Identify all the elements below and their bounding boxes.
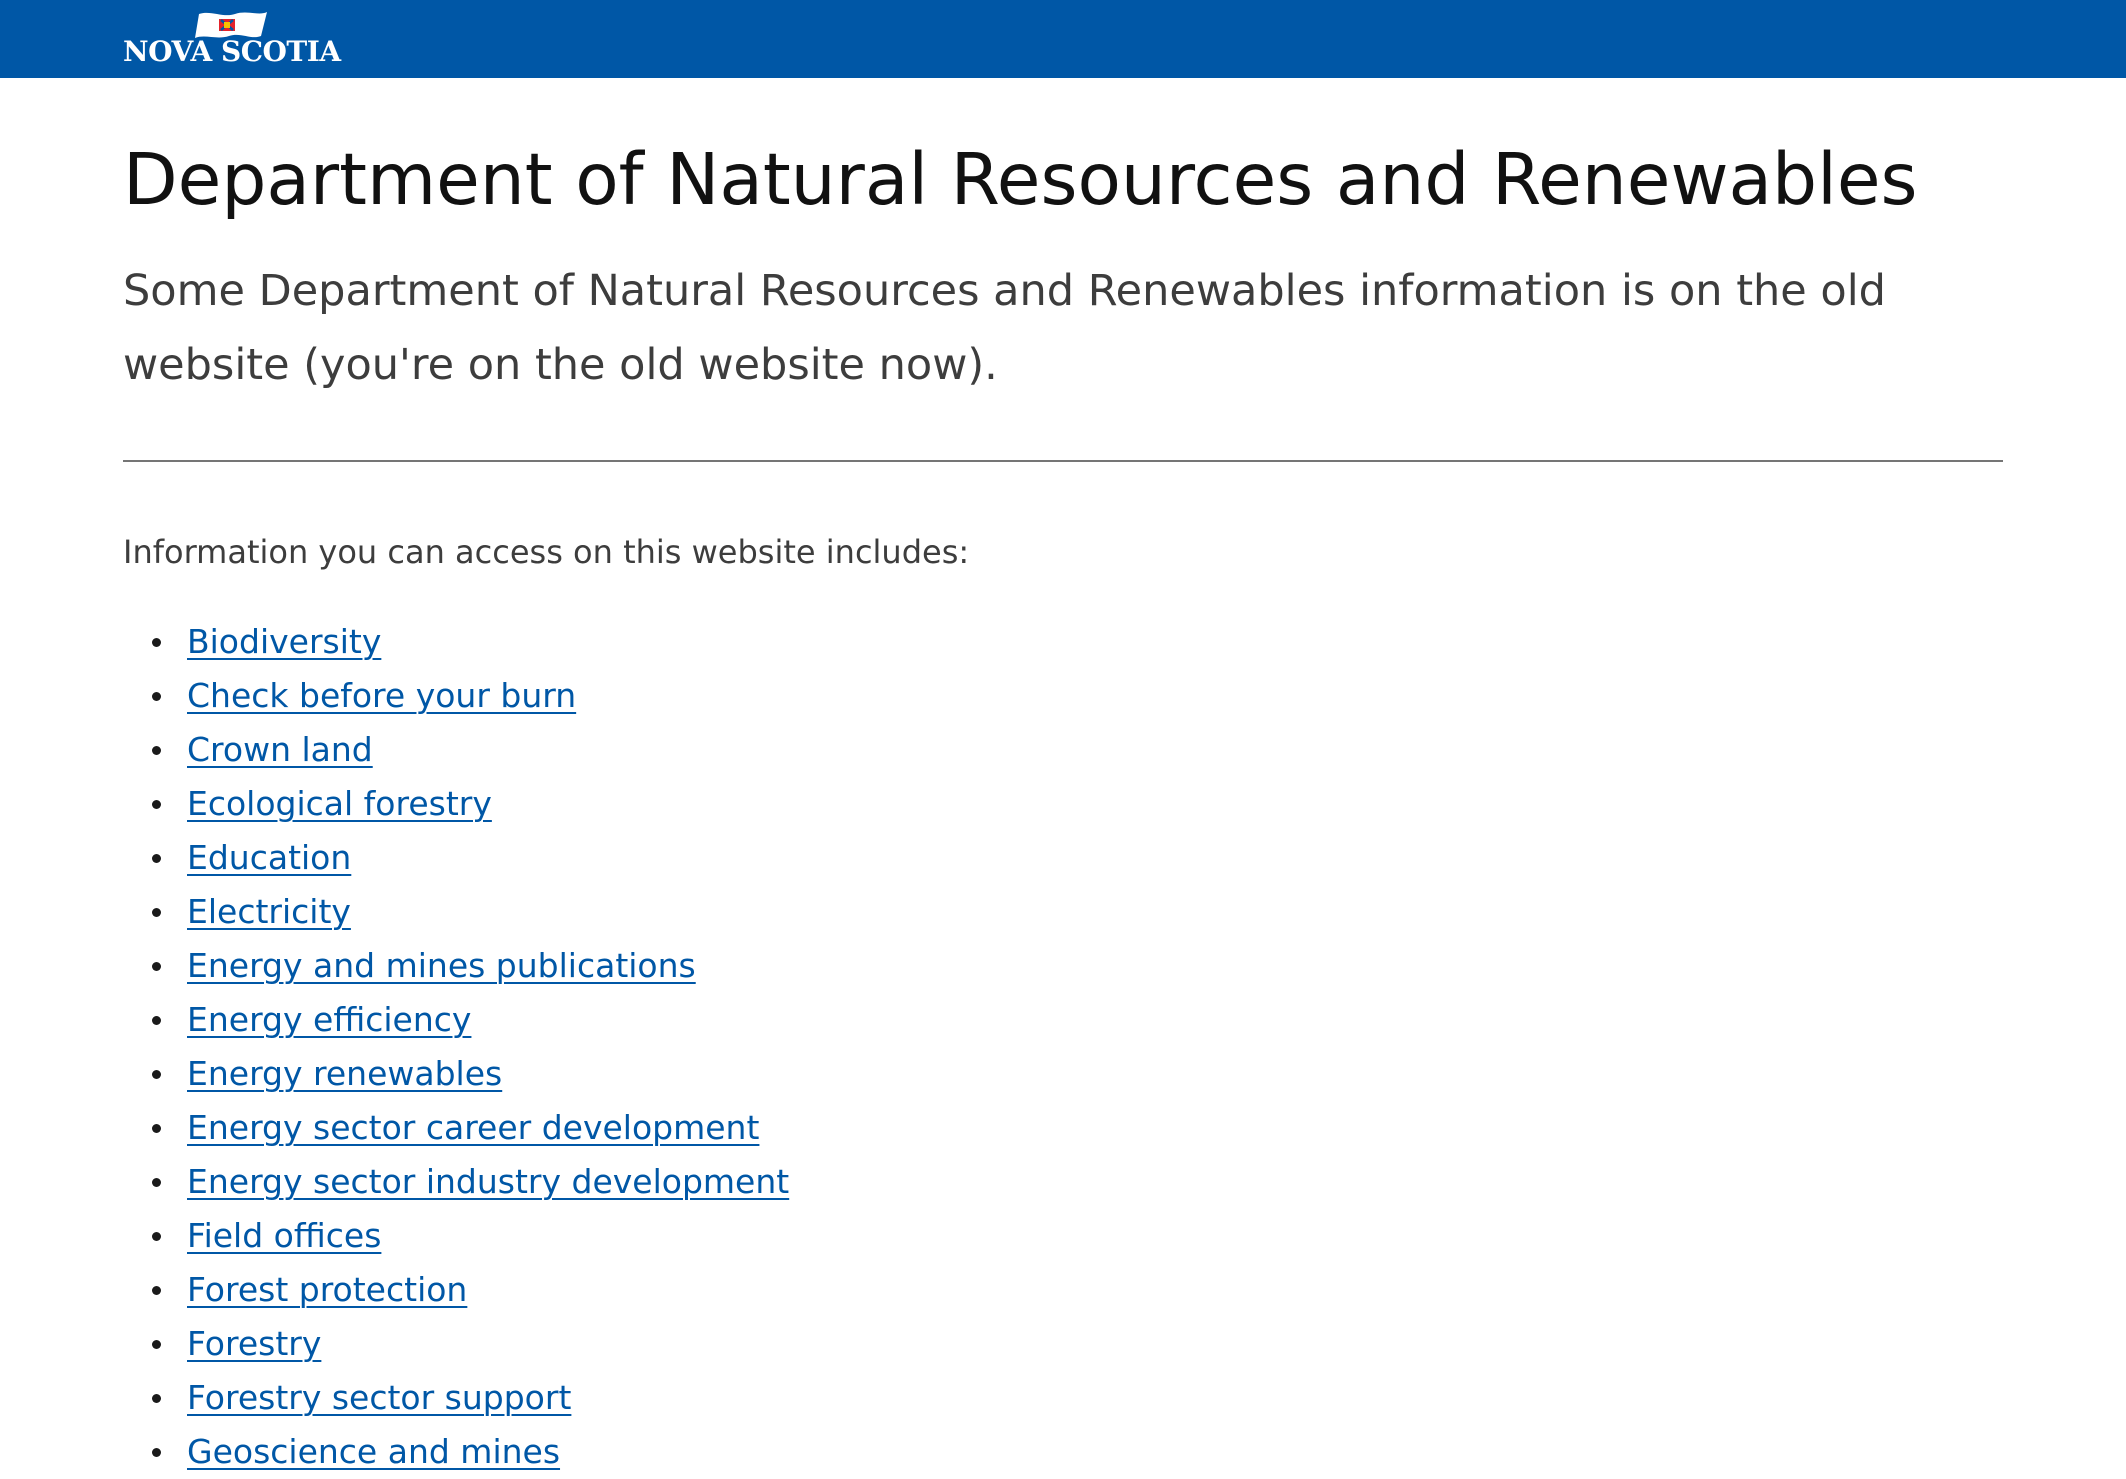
bullet-icon	[152, 1340, 161, 1349]
bullet-icon	[152, 908, 161, 917]
link-education[interactable]: Education	[187, 838, 351, 877]
list-item: Field offices	[152, 1209, 789, 1263]
bullet-icon	[152, 1124, 161, 1133]
link-energy-efficiency[interactable]: Energy efficiency	[187, 1000, 471, 1039]
bullet-icon	[152, 1070, 161, 1079]
link-energy-sector-career-development[interactable]: Energy sector career development	[187, 1108, 759, 1147]
bullet-icon	[152, 1394, 161, 1403]
list-item: Energy sector career development	[152, 1101, 789, 1155]
link-forestry[interactable]: Forestry	[187, 1324, 321, 1363]
bullet-icon	[152, 638, 161, 647]
list-item: Education	[152, 831, 789, 885]
list-item: Energy renewables	[152, 1047, 789, 1101]
link-energy-sector-industry-development[interactable]: Energy sector industry development	[187, 1162, 789, 1201]
site-header: NOVA SCOTIA	[0, 0, 2126, 78]
bullet-icon	[152, 962, 161, 971]
logo-wordmark: NOVA SCOTIA	[123, 35, 341, 68]
link-forestry-sector-support[interactable]: Forestry sector support	[187, 1378, 571, 1417]
link-electricity[interactable]: Electricity	[187, 892, 351, 931]
list-item: Crown land	[152, 723, 789, 777]
link-field-offices[interactable]: Field offices	[187, 1216, 381, 1255]
bullet-icon	[152, 1016, 161, 1025]
link-forest-protection[interactable]: Forest protection	[187, 1270, 467, 1309]
link-energy-and-mines-publications[interactable]: Energy and mines publications	[187, 946, 696, 985]
link-energy-renewables[interactable]: Energy renewables	[187, 1054, 502, 1093]
bullet-icon	[152, 692, 161, 701]
intro-text: Some Department of Natural Resources and…	[123, 266, 1886, 390]
bullet-icon	[152, 1286, 161, 1295]
resource-link-list: Biodiversity Check before your burn Crow…	[123, 615, 789, 1479]
page-title: Department of Natural Resources and Rene…	[123, 138, 1918, 221]
list-item: Biodiversity	[152, 615, 789, 669]
list-item: Ecological forestry	[152, 777, 789, 831]
link-biodiversity[interactable]: Biodiversity	[187, 622, 381, 661]
bullet-icon	[152, 746, 161, 755]
list-item: Check before your burn	[152, 669, 789, 723]
nova-scotia-logo[interactable]: NOVA SCOTIA	[123, 8, 353, 70]
list-item: Geoscience and mines	[152, 1425, 789, 1479]
bullet-icon	[152, 800, 161, 809]
link-geoscience-and-mines[interactable]: Geoscience and mines	[187, 1432, 560, 1471]
bullet-icon	[152, 1178, 161, 1187]
bullet-icon	[152, 854, 161, 863]
list-item: Forestry sector support	[152, 1371, 789, 1425]
list-item: Energy efficiency	[152, 993, 789, 1047]
lead-text: Information you can access on this websi…	[123, 533, 970, 571]
list-item: Energy sector industry development	[152, 1155, 789, 1209]
link-crown-land[interactable]: Crown land	[187, 730, 373, 769]
list-item: Forest protection	[152, 1263, 789, 1317]
list-item: Energy and mines publications	[152, 939, 789, 993]
divider	[123, 460, 2003, 462]
link-check-before-your-burn[interactable]: Check before your burn	[187, 676, 576, 715]
list-item: Forestry	[152, 1317, 789, 1371]
list-item: Electricity	[152, 885, 789, 939]
link-ecological-forestry[interactable]: Ecological forestry	[187, 784, 492, 823]
bullet-icon	[152, 1448, 161, 1457]
bullet-icon	[152, 1232, 161, 1241]
